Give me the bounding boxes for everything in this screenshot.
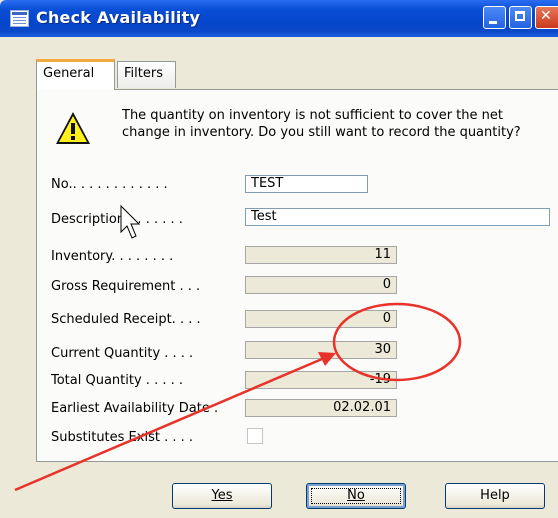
gross-requirement-field: 0	[245, 276, 397, 294]
current-quantity-label: Current Quantity . . . .	[51, 346, 194, 361]
warning-icon	[56, 112, 90, 144]
earliest-availability-date-label: Earliest Availability Date .	[51, 401, 219, 416]
yes-button-label: Yes	[211, 488, 233, 503]
tab-filters[interactable]: Filters	[117, 61, 176, 88]
close-icon[interactable]	[535, 6, 558, 29]
description-label: Description . . . . . . .	[51, 212, 183, 227]
maximize-icon[interactable]	[509, 6, 532, 29]
check-availability-window: Check Availability Filters General The q…	[0, 0, 558, 518]
total-quantity-field: -19	[245, 371, 397, 389]
no-label: No.. . . . . . . . . . . .	[51, 177, 168, 192]
scheduled-receipt-field: 0	[245, 310, 397, 328]
total-quantity-label: Total Quantity . . . . .	[51, 373, 183, 388]
minimize-icon[interactable]	[483, 6, 506, 29]
description-field[interactable]: Test	[245, 208, 550, 226]
no-button-label: No	[347, 488, 365, 503]
form-icon	[10, 10, 29, 27]
substitutes-exist-checkbox[interactable]	[247, 428, 263, 444]
inventory-field: 11	[245, 246, 397, 264]
help-button[interactable]: Help	[445, 483, 545, 509]
scheduled-receipt-label: Scheduled Receipt. . . .	[51, 312, 201, 327]
inventory-label: Inventory. . . . . . . .	[51, 249, 174, 264]
window-title: Check Availability	[36, 8, 201, 27]
warning-message: The quantity on inventory is not suffici…	[122, 108, 521, 140]
current-quantity-field: 30	[245, 341, 397, 359]
no-field[interactable]: TEST	[245, 175, 368, 193]
title-bar[interactable]: Check Availability	[0, 0, 558, 37]
yes-button[interactable]: Yes	[172, 483, 272, 509]
gross-requirement-label: Gross Requirement . . .	[51, 279, 201, 294]
help-button-label: Help	[480, 488, 510, 503]
earliest-availability-date-field: 02.02.01	[245, 399, 397, 417]
tab-general[interactable]: General	[36, 59, 115, 90]
no-button[interactable]: No	[306, 483, 406, 509]
substitutes-exist-label: Substitutes Exist . . . .	[51, 430, 194, 445]
